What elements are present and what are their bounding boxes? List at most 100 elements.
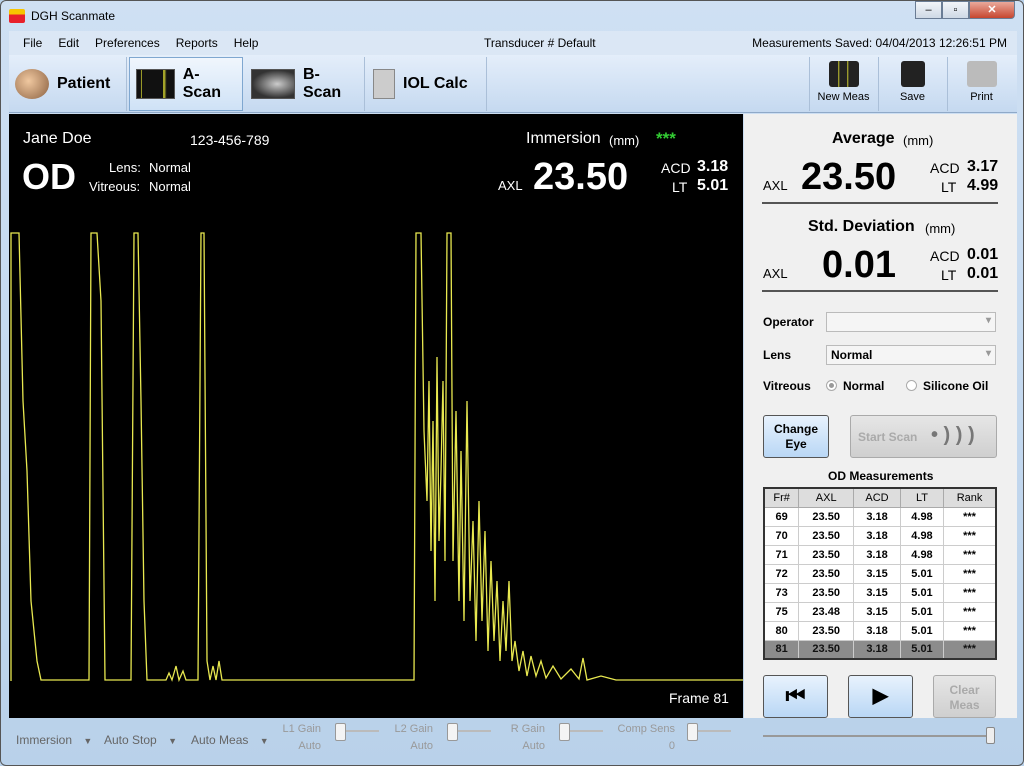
saved-status: Measurements Saved: 04/04/2013 12:26:51 … [752,36,1007,50]
avg-axl-label: AXL [763,178,788,193]
menu-help[interactable]: Help [226,36,267,50]
start-scan-button[interactable]: Start Scan • ) ) ) [850,415,997,458]
mode-dropdown[interactable]: Immersion ▼ [16,733,92,747]
operator-select[interactable] [826,312,996,332]
table-header: Fr# AXL ACD LT Rank [763,487,997,508]
avg-acd-label: ACD [930,160,960,176]
l1-gain-slider[interactable] [335,723,379,741]
vitreous-silicone-radio[interactable]: Silicone Oil [906,379,988,393]
table-row[interactable]: 69 23.50 3.18 4.98 *** [763,506,997,527]
vitreous-normal-radio[interactable]: Normal [826,379,884,393]
frame-slider[interactable] [763,727,995,744]
save-button[interactable]: Save [878,57,946,111]
col-acd[interactable]: ACD [853,487,901,508]
table-cell: 70 [763,525,800,546]
minimize-button[interactable]: – [915,1,942,19]
table-row[interactable]: 72 23.50 3.15 5.01 *** [763,563,997,584]
button-label: New Meas [817,91,870,103]
r-gain-value: Auto [522,740,545,752]
table-cell: 23.50 [798,525,855,546]
table-row[interactable]: 81 23.50 3.18 5.01 *** [763,639,997,660]
maximize-button[interactable]: ▫ [942,1,969,19]
button-label: Start Scan [858,430,918,444]
echo-trace [10,232,743,683]
comp-sens-label: Comp Sens [617,723,675,735]
menu-edit[interactable]: Edit [50,36,87,50]
b-scan-icon [251,69,295,99]
first-frame-button[interactable]: ⏮ [763,675,828,718]
l1-gain-label: L1 Gain [282,723,321,735]
tab-label: IOL Calc [403,75,468,92]
table-cell: 3.18 [853,544,901,565]
toolbar: Patient A-Scan B-Scan IOL Calc New Meas … [9,55,1017,113]
auto-stop-dropdown[interactable]: Auto Stop ▼ [104,733,177,747]
col-lt[interactable]: LT [899,487,945,508]
new-meas-icon [828,61,859,87]
bottom-controls: Immersion ▼ Auto Stop ▼ Auto Meas ▼ L1 G… [9,719,743,759]
tab-a-scan[interactable]: A-Scan [129,57,243,111]
tab-b-scan[interactable]: B-Scan [245,57,365,111]
col-axl[interactable]: AXL [798,487,855,508]
r-gain-slider[interactable] [559,723,603,741]
table-cell: 3.15 [853,601,901,622]
app-logo-icon [9,9,25,23]
frame-slider-handle[interactable] [986,727,995,744]
table-cell: *** [943,582,997,603]
menu-preferences[interactable]: Preferences [87,36,168,50]
col-rank[interactable]: Rank [943,487,997,508]
table-row[interactable]: 71 23.50 3.18 4.98 *** [763,544,997,565]
menu-file[interactable]: File [9,36,50,50]
sd-acd-value: 0.01 [967,246,999,263]
avg-acd-value: 3.17 [967,158,999,175]
new-meas-button[interactable]: New Meas [809,57,877,111]
table-row[interactable]: 80 23.50 3.18 5.01 *** [763,620,997,641]
table-row[interactable]: 73 23.50 3.15 5.01 *** [763,582,997,603]
app-window: DGH Scanmate – ▫ ✕ File Edit Preferences R… [0,0,1024,766]
lens-select[interactable]: Normal [826,345,996,365]
sd-axl-value: 0.01 [822,244,896,286]
chevron-down-icon: ▼ [168,736,177,746]
table-cell: 81 [763,639,800,660]
operator-label: Operator [763,315,814,329]
measurement-panel: Average (mm) AXL 23.50 ACD 3.17 LT 4.99 … [744,114,1017,718]
table-row[interactable]: 70 23.50 3.18 4.98 *** [763,525,997,546]
print-button[interactable]: Print [947,57,1015,111]
change-eye-button[interactable]: Change Eye [763,415,829,458]
play-button[interactable]: ▶ [848,675,913,718]
clear-meas-button[interactable]: Clear Meas [933,675,996,718]
r-gain-label: R Gain [510,723,545,735]
col-frame[interactable]: Fr# [763,487,800,508]
tab-label: Patient [57,75,111,92]
divider [762,290,998,292]
table-cell: 72 [763,563,800,584]
menu-bar: File Edit Preferences Reports Help Trans… [9,31,1017,55]
table-cell: *** [943,563,997,584]
auto-meas-dropdown[interactable]: Auto Meas ▼ [191,733,269,747]
tab-iol-calc[interactable]: IOL Calc [367,57,487,111]
button-label: Print [970,91,993,103]
close-button[interactable]: ✕ [969,1,1015,19]
table-cell: *** [943,639,997,660]
tab-patient[interactable]: Patient [9,57,127,111]
table-cell: 23.50 [798,620,855,641]
stddev-title: Std. Deviation [808,218,915,235]
l2-gain-label: L2 Gain [394,723,433,735]
table-cell: 69 [763,506,800,527]
menu-reports[interactable]: Reports [168,36,226,50]
l2-gain-value: Auto [410,740,433,752]
a-scan-icon [136,69,175,99]
window-title: DGH Scanmate [31,9,116,23]
table-cell: 3.18 [853,620,901,641]
tab-label: A-Scan [182,66,221,101]
avg-lt-value: 4.99 [967,177,999,194]
lens-select-label: Lens [763,348,792,362]
table-cell: 23.50 [798,544,855,565]
title-bar: DGH Scanmate [9,6,115,26]
table-cell: 80 [763,620,800,641]
table-cell: 23.50 [798,639,855,660]
table-row[interactable]: 75 23.48 3.15 5.01 *** [763,601,997,622]
comp-sens-slider[interactable] [687,723,731,741]
l2-gain-slider[interactable] [447,723,491,741]
table-cell: 71 [763,544,800,565]
table-cell: 4.98 [899,506,945,527]
